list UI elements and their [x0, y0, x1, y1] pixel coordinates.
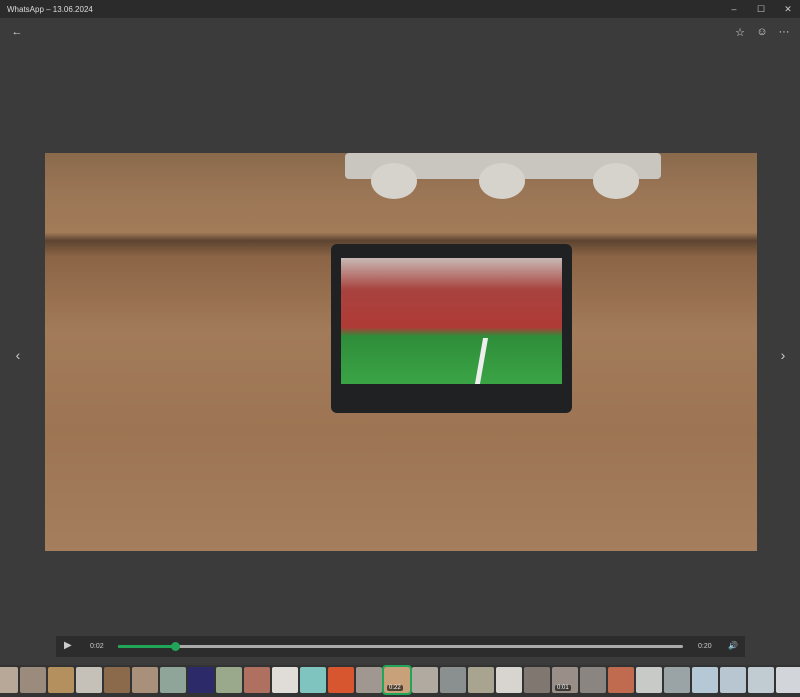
lamp: [479, 163, 525, 199]
thumbnail[interactable]: [132, 667, 158, 693]
thumbnail[interactable]: [496, 667, 522, 693]
thumbnail[interactable]: [524, 667, 550, 693]
thumbnail[interactable]: [0, 667, 18, 693]
thumbnail-duration: 0:01: [555, 685, 571, 691]
thumbnail[interactable]: [300, 667, 326, 693]
window-title: WhatsApp – 13.06.2024: [7, 4, 93, 14]
minimize-button[interactable]: –: [722, 0, 746, 18]
thumbnail[interactable]: [104, 667, 130, 693]
thumbnail[interactable]: [580, 667, 606, 693]
thumbnail[interactable]: [636, 667, 662, 693]
thumbnail[interactable]: [328, 667, 354, 693]
thumbnail[interactable]: [440, 667, 466, 693]
thumbnail[interactable]: [412, 667, 438, 693]
pitch-line: [474, 338, 489, 384]
thumbnail[interactable]: [272, 667, 298, 693]
maximize-button[interactable]: ☐: [749, 0, 773, 18]
thumbnail-duration: 0:22: [387, 685, 403, 691]
thumbnail[interactable]: [76, 667, 102, 693]
thumbnail[interactable]: [356, 667, 382, 693]
volume-icon[interactable]: 🔊: [728, 641, 738, 650]
close-button[interactable]: ✕: [776, 0, 800, 18]
duration: 0:20: [698, 643, 712, 650]
thumbnail[interactable]: [20, 667, 46, 693]
thumbnail[interactable]: 0:01: [552, 667, 578, 693]
play-button[interactable]: ▶: [64, 640, 72, 651]
thumbnail[interactable]: [216, 667, 242, 693]
thumbnail[interactable]: [244, 667, 270, 693]
thumbnail[interactable]: [776, 667, 800, 693]
thumbnail[interactable]: [664, 667, 690, 693]
seek-handle[interactable]: [170, 642, 180, 651]
thumbnail[interactable]: [608, 667, 634, 693]
video-frame[interactable]: [45, 153, 757, 551]
thumbnail[interactable]: [160, 667, 186, 693]
current-time: 0:02: [90, 643, 104, 650]
thumbnail[interactable]: [692, 667, 718, 693]
tablet: [331, 244, 572, 413]
back-arrow-icon[interactable]: ←: [9, 24, 25, 40]
thumbnail[interactable]: [720, 667, 746, 693]
star-icon[interactable]: ☆: [732, 24, 748, 40]
thumbnail[interactable]: [748, 667, 774, 693]
next-media-button[interactable]: ›: [776, 346, 790, 364]
lamp: [593, 163, 639, 199]
tablet-screen: [341, 258, 562, 384]
seek-progress: [118, 645, 175, 648]
emoji-icon[interactable]: ☺: [754, 24, 770, 40]
thumbnail[interactable]: [48, 667, 74, 693]
thumbnail[interactable]: 0:22: [382, 665, 412, 695]
thumbnail[interactable]: [468, 667, 494, 693]
thumbnail[interactable]: [188, 667, 214, 693]
lamp: [371, 163, 417, 199]
title-bar: WhatsApp – 13.06.2024 – ☐ ✕: [0, 0, 800, 18]
seek-bar[interactable]: [118, 642, 683, 651]
previous-media-button[interactable]: ‹: [11, 346, 25, 364]
more-icon[interactable]: ···: [776, 24, 792, 40]
thumbnail-strip: 0:22 0:01: [0, 665, 800, 697]
video-controls: ▶ 0:02 0:20 🔊: [56, 636, 745, 657]
